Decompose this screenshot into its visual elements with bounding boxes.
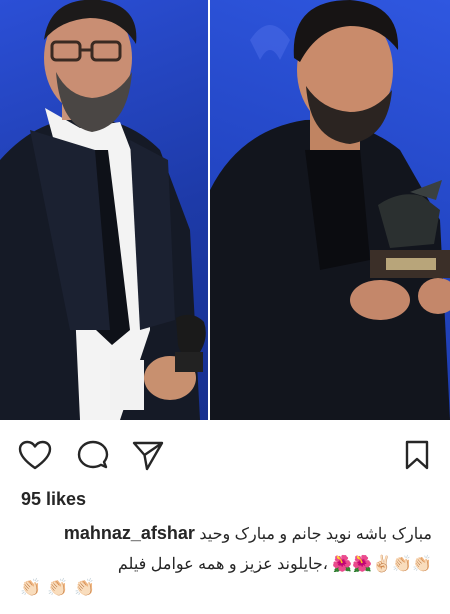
photo-right-panel <box>210 0 450 420</box>
post-caption: مبارک باشه نوید جانم و مبارک وحید mahnaz… <box>18 518 432 580</box>
caption-line-1: مبارک باشه نوید جانم و مبارک وحید mahnaz… <box>18 518 432 550</box>
heart-icon[interactable] <box>18 438 52 472</box>
clapping-emoji: 👏🏻 <box>20 578 42 597</box>
man-with-trophy-figure <box>210 0 450 420</box>
likes-count[interactable]: 95 likes <box>21 489 86 510</box>
comment-icon[interactable] <box>76 438 110 472</box>
caption-text-1: مبارک باشه نوید جانم و مبارک وحید <box>199 526 432 543</box>
caption-emoji-row: 👏🏻 👏🏻 👏🏻 <box>20 576 96 600</box>
share-icon[interactable] <box>131 438 165 472</box>
photo-left-panel <box>0 0 208 420</box>
bookmark-icon[interactable] <box>400 438 434 472</box>
action-bar <box>0 430 450 480</box>
caption-username[interactable]: mahnaz_afshar <box>64 523 195 543</box>
man-with-glasses-figure <box>0 0 206 420</box>
clapping-emoji: 👏🏻 <box>74 578 96 597</box>
post-image[interactable] <box>0 0 450 420</box>
clapping-emoji: 👏🏻 <box>47 578 69 597</box>
